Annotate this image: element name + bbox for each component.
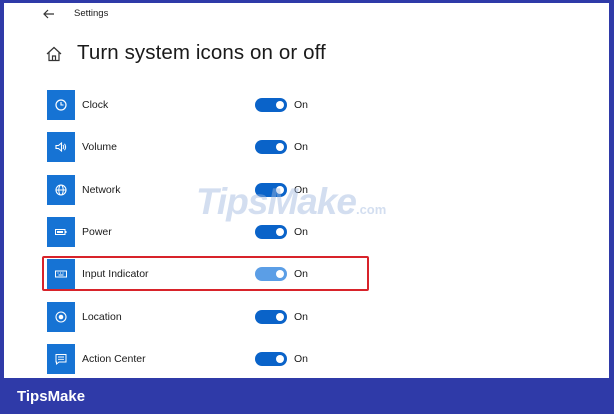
back-button[interactable] bbox=[40, 5, 58, 23]
setting-row-power: Power On bbox=[47, 217, 327, 249]
setting-row-action-center: Action Center On bbox=[47, 344, 327, 376]
home-icon[interactable] bbox=[45, 45, 63, 63]
toggle-state: On bbox=[294, 353, 309, 365]
setting-label: Network bbox=[82, 184, 121, 196]
setting-row-volume: Volume On bbox=[47, 132, 327, 164]
toggle-knob bbox=[276, 186, 284, 194]
setting-row-clock: Clock On bbox=[47, 90, 327, 122]
volume-tile bbox=[47, 132, 75, 162]
setting-label: Power bbox=[82, 226, 112, 238]
setting-label: Action Center bbox=[82, 353, 146, 365]
page-title: Turn system icons on or off bbox=[77, 41, 326, 64]
setting-label: Volume bbox=[82, 141, 118, 153]
location-icon bbox=[55, 311, 67, 323]
setting-label: Location bbox=[82, 311, 122, 323]
battery-icon bbox=[55, 229, 67, 235]
toggle-knob bbox=[276, 228, 284, 236]
setting-label: Clock bbox=[82, 99, 109, 111]
action-center-toggle[interactable] bbox=[255, 352, 287, 366]
input-indicator-tile bbox=[47, 259, 75, 289]
power-tile bbox=[47, 217, 75, 247]
setting-row-input-indicator: Input Indicator On bbox=[47, 259, 327, 291]
network-toggle[interactable] bbox=[255, 183, 287, 197]
clock-toggle[interactable] bbox=[255, 98, 287, 112]
volume-icon bbox=[55, 141, 67, 153]
input-indicator-toggle[interactable] bbox=[255, 267, 287, 281]
footer-brand: TipsMake bbox=[17, 388, 86, 405]
toggle-knob bbox=[276, 270, 284, 278]
toggle-state: On bbox=[294, 268, 309, 280]
toggle-knob bbox=[276, 101, 284, 109]
watermark-suffix: .com bbox=[355, 202, 387, 217]
location-tile bbox=[47, 302, 75, 332]
power-toggle[interactable] bbox=[255, 225, 287, 239]
window-title: Settings bbox=[74, 8, 109, 19]
setting-row-location: Location On bbox=[47, 302, 327, 334]
setting-label: Input Indicator bbox=[82, 268, 149, 280]
action-center-icon bbox=[55, 354, 67, 366]
network-globe-icon bbox=[55, 184, 67, 196]
volume-toggle[interactable] bbox=[255, 140, 287, 154]
toggle-state: On bbox=[294, 141, 309, 153]
toggle-knob bbox=[276, 313, 284, 321]
footer-bar: TipsMake bbox=[0, 380, 614, 414]
toggle-knob bbox=[276, 355, 284, 363]
setting-row-network: Network On bbox=[47, 175, 327, 207]
action-center-tile bbox=[47, 344, 75, 374]
location-toggle[interactable] bbox=[255, 310, 287, 324]
toggle-state: On bbox=[294, 99, 309, 111]
clock-tile bbox=[47, 90, 75, 120]
clock-icon bbox=[55, 99, 67, 111]
toggle-state: On bbox=[294, 184, 309, 196]
toggle-state: On bbox=[294, 311, 309, 323]
toggle-state: On bbox=[294, 226, 309, 238]
toggle-knob bbox=[276, 143, 284, 151]
back-arrow-icon bbox=[43, 9, 54, 19]
network-tile bbox=[47, 175, 75, 205]
keyboard-icon bbox=[55, 270, 67, 278]
settings-window: Settings Turn system icons on or off Clo… bbox=[4, 3, 609, 378]
